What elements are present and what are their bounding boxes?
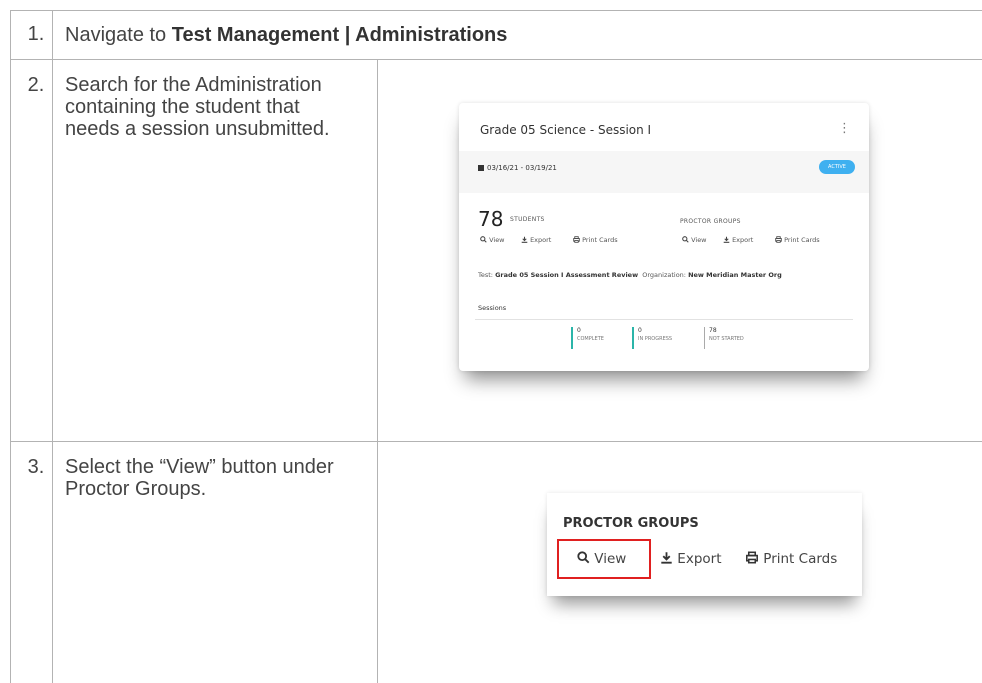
student-count: 78 (478, 207, 504, 231)
organization-prefix: Organization: (642, 271, 689, 279)
test-and-organization: Test: Grade 05 Session I Assessment Revi… (478, 271, 782, 279)
proctor-groups-view-button[interactable]: View (682, 236, 707, 244)
proctor-groups-print-cards-button[interactable]: Print Cards (745, 551, 837, 567)
search-icon (682, 236, 689, 243)
print-icon (573, 236, 580, 243)
proctor-groups-export-button[interactable]: Export (660, 551, 722, 567)
students-view-button[interactable]: View (480, 236, 505, 244)
sessions-divider (475, 319, 853, 320)
print-icon (746, 551, 758, 564)
print-icon (775, 236, 782, 243)
download-icon (661, 552, 672, 564)
step-instruction: Search for the Administration containing… (65, 74, 330, 140)
proctor-groups-title: PROCTOR GROUPS (563, 516, 699, 531)
kebab-menu-icon[interactable]: ⋮ (838, 121, 851, 136)
step-instruction: Navigate to Test Management | Administra… (65, 24, 507, 46)
download-icon (521, 236, 528, 243)
step-instruction-prefix: Navigate to (65, 24, 172, 46)
download-icon (723, 236, 730, 243)
step-number: 1. (27, 23, 45, 45)
step-number: 3. (27, 456, 45, 478)
administration-title: Grade 05 Science - Session I (480, 123, 652, 137)
view-label: View (691, 236, 707, 244)
search-icon (480, 236, 487, 243)
administration-card-screenshot: Grade 05 Science - Session I ⋮ 03/16/21 … (459, 103, 869, 371)
export-label: Export (677, 551, 722, 567)
view-label: View (594, 551, 627, 567)
test-value: Grade 05 Session I Assessment Review (495, 271, 639, 279)
export-label: Export (530, 236, 552, 244)
print-cards-label: Print Cards (582, 236, 618, 244)
stat-label: NOT STARTED (709, 336, 744, 342)
stat-complete: 0 COMPLETE (571, 327, 604, 349)
test-prefix: Test: (478, 271, 496, 279)
stat-in-progress: 0 IN PROGRESS (632, 327, 672, 349)
stat-value: 78 (709, 327, 717, 334)
step-number: 2. (27, 74, 45, 96)
print-cards-label: Print Cards (763, 551, 838, 567)
proctor-groups-print-cards-button[interactable]: Print Cards (775, 236, 820, 244)
step-instruction: Select the “View” button under Proctor G… (65, 456, 334, 500)
stat-value: 0 (638, 327, 642, 334)
date-range-text: 03/16/21 - 03/19/21 (487, 164, 557, 172)
proctor-groups-export-button[interactable]: Export (723, 236, 753, 244)
view-label: View (489, 236, 505, 244)
step-row-1: 1. Navigate to Test Management | Adminis… (10, 10, 982, 59)
proctor-groups-label: PROCTOR GROUPS (680, 218, 741, 225)
students-print-cards-button[interactable]: Print Cards (573, 236, 618, 244)
print-cards-label: Print Cards (784, 236, 820, 244)
date-band (459, 151, 869, 193)
stat-label: IN PROGRESS (638, 336, 673, 342)
step-instruction-location: Test Management | Administrations (171, 24, 508, 46)
stat-not-started: 78 NOT STARTED (704, 327, 744, 349)
export-label: Export (732, 236, 754, 244)
proctor-groups-zoom-screenshot: PROCTOR GROUPS View Export Print Cards (547, 493, 862, 596)
stat-value: 0 (577, 327, 581, 334)
organization-value: New Meridian Master Org (688, 271, 782, 279)
status-badge: ACTIVE (819, 160, 855, 174)
search-icon (577, 551, 590, 564)
stat-label: COMPLETE (577, 336, 604, 342)
students-label: STUDENTS (510, 216, 545, 223)
students-export-button[interactable]: Export (521, 236, 551, 244)
calendar-icon (478, 165, 484, 171)
proctor-groups-view-button-highlighted[interactable]: View (557, 539, 651, 579)
sessions-heading: Sessions (478, 304, 507, 312)
date-range: 03/16/21 - 03/19/21 (478, 164, 557, 172)
